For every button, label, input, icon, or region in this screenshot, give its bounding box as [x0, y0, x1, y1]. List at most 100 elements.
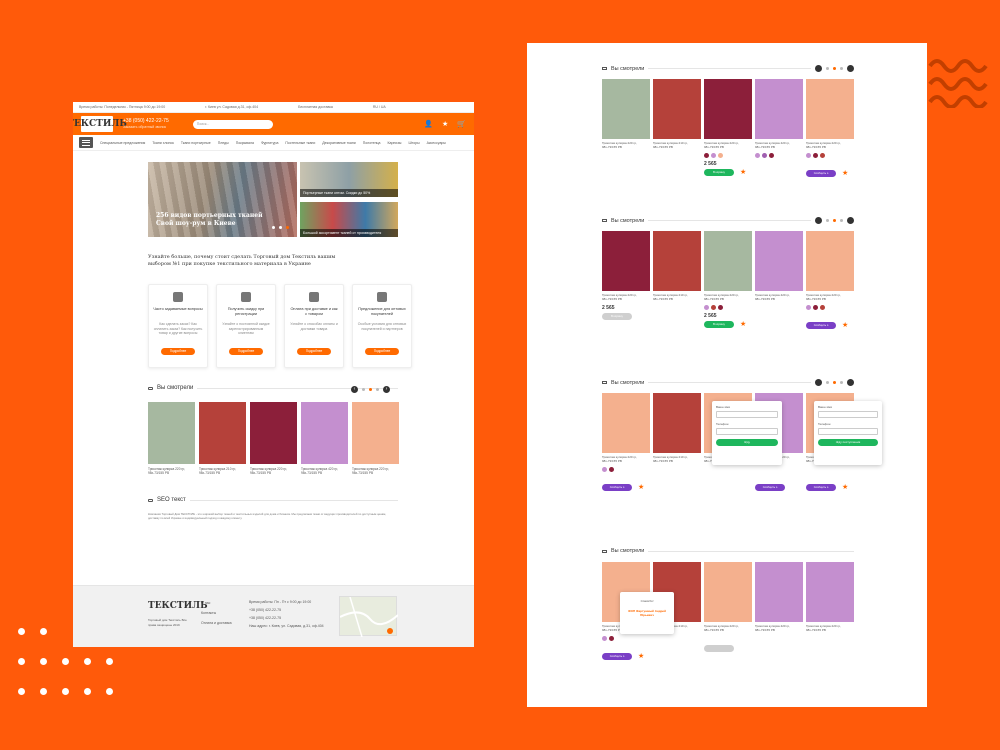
nav-item[interactable]: Шторы [408, 141, 419, 145]
product-name: Трикотаж кулирка 220 гр, 98х-73/155 РВ [806, 141, 841, 149]
product-card[interactable]: Трикотаж кулирка 220 гр, 98х-73/155 РВ [806, 562, 854, 633]
product-card[interactable]: Трикотаж кулирка 220 гр, 98х-73/155 РВ С… [806, 231, 854, 334]
popup-phone-input[interactable] [716, 428, 778, 435]
product-card[interactable]: Трикотаж кулирка 220 гр, 98х-73/155 РВ С… [602, 393, 650, 496]
product-card[interactable]: Трикотаж кулирка 220 гр, 98х-73/155 РВ 2… [602, 231, 650, 320]
nav-item[interactable]: Аксессуары [427, 141, 446, 145]
add-to-cart-button[interactable]: В корзину [704, 320, 734, 328]
product-card[interactable]: Трикотаж кулирка 220 гр, 98х-73/155 РВ [352, 402, 399, 475]
product-card[interactable]: Трикотаж кулирка 220 гр, 98х-73/155 РВ [148, 402, 195, 475]
delivery-info: Бесплатная доставка [298, 105, 333, 109]
side-banner-top[interactable]: Портьерные ткани оптом. Скидки до 50% [300, 162, 398, 197]
footer-logo[interactable]: ТЕКСТИЛЬ [148, 601, 208, 615]
banner-pagination[interactable] [272, 226, 289, 229]
product-card[interactable]: Трикотаж кулирка 420 гр, 98х-73/155 РВ [301, 402, 348, 475]
notify-button[interactable]: Сообщить о поступлении [755, 483, 785, 496]
nav-item[interactable]: Специальные предложения [100, 141, 145, 145]
popup-phone-input[interactable] [818, 428, 878, 435]
popup-submit-button[interactable]: Жду [716, 439, 778, 446]
product-card[interactable]: Трикотаж кулирка 210 гр, 98х-73/155 РВ [653, 231, 701, 302]
product-card[interactable]: Трикотаж кулирка 420 гр, 98х-73/155 РВ [755, 79, 803, 158]
favorite-star-icon[interactable]: ★ [740, 169, 746, 176]
footer-link[interactable]: Контакты [201, 608, 232, 618]
search-input[interactable]: Поиск... [192, 119, 273, 129]
prev-arrow-icon[interactable]: ‹ [351, 386, 358, 393]
next-arrow-icon[interactable] [847, 217, 854, 224]
text-icon [148, 498, 153, 502]
truck-icon [309, 292, 319, 302]
language-switch[interactable]: RU / UA [373, 105, 386, 109]
product-card[interactable]: Трикотаж кулирка 420 гр, 98х-73/155 РВ [755, 562, 803, 633]
favorite-star-icon[interactable]: ★ [638, 484, 644, 491]
product-name: Трикотаж кулирка 220 гр, 98х-73/155 РВ [352, 467, 390, 475]
seo-title: SEO текст [157, 497, 186, 503]
favorites-icon[interactable]: ★ [442, 120, 448, 128]
notify-button[interactable]: Сообщить о поступлении [806, 169, 836, 182]
nav-item[interactable]: Декоративные ткани [322, 141, 355, 145]
popup-submit-button[interactable]: Жду поступления [818, 439, 878, 446]
side-banner-bottom[interactable]: Большой ассортимент тканей от производит… [300, 202, 398, 237]
product-card[interactable]: Трикотаж кулирка 210 гр, 98х-73/155 РВ [199, 402, 246, 475]
next-arrow-icon[interactable] [847, 65, 854, 72]
favorite-star-icon[interactable]: ★ [638, 653, 644, 660]
footer-map[interactable] [339, 596, 399, 638]
product-card[interactable]: Трикотаж кулирка 220 гр, 98х-73/155 РВ [704, 562, 752, 652]
product-card[interactable]: Трикотаж кулирка 210 гр, 98х-73/155 РВ [653, 393, 701, 464]
prev-arrow-icon[interactable] [815, 379, 822, 386]
popup-name-input[interactable] [716, 411, 778, 418]
footer-link[interactable]: О нас [201, 598, 232, 608]
footer-link[interactable]: Оплата и доставка [201, 618, 232, 628]
favorite-star-icon[interactable]: ★ [842, 484, 848, 491]
thanks-line: ФОП Фартушный Андрей Юрьевич [628, 609, 666, 617]
product-name: Трикотаж кулирка 220 гр, 98х-73/155 РВ [602, 293, 637, 301]
card-more-button[interactable]: Подробнее [297, 348, 331, 355]
product-name: Трикотаж кулирка 220 гр, 98х-73/155 РВ [148, 467, 186, 475]
notify-button[interactable]: Сообщить о поступлении [806, 483, 836, 496]
card-more-button[interactable]: Подробнее [161, 348, 195, 355]
footer-phone[interactable]: +38 (050) 422-22-75 [249, 606, 324, 614]
product-card[interactable]: Трикотаж кулирка 420 гр, 98х-73/155 РВ [755, 231, 803, 302]
nav-item[interactable]: Постельные ткани [285, 141, 315, 145]
next-arrow-icon[interactable] [847, 379, 854, 386]
add-to-cart-button[interactable]: В корзину [704, 168, 734, 176]
nav-item[interactable]: Карнизы [388, 141, 402, 145]
nav-item[interactable]: Ткани хлопок [152, 141, 174, 145]
notify-button[interactable]: Сообщить о поступлении [602, 652, 632, 665]
why-us-heading: Узнайте больше, почему стоит сделать Тор… [148, 254, 336, 267]
card-more-button[interactable]: Подробнее [365, 348, 399, 355]
nav-item[interactable]: Пледы [218, 141, 229, 145]
prev-arrow-icon[interactable] [815, 217, 822, 224]
eye-icon [602, 219, 607, 222]
product-card[interactable]: Трикотаж кулирка 220 гр, 98х-73/155 РВ С… [806, 79, 854, 182]
eye-icon [602, 67, 607, 70]
notify-button[interactable]: Сообщить о поступлении [602, 483, 632, 496]
nav-item[interactable]: Ткани портьерные [181, 141, 211, 145]
product-card[interactable]: Трикотаж кулирка 220 гр, 98х-73/155 РВ 2… [704, 231, 752, 328]
product-card[interactable]: Трикотаж кулирка 210 гр, 98х-73/155 РВ [653, 79, 701, 150]
product-card[interactable]: Трикотаж кулирка 220 гр, 98х-73/155 РВ [602, 79, 650, 150]
product-card[interactable]: Трикотаж кулирка 220 гр, 98х-73/155 РВ 2… [704, 79, 752, 176]
nav-item[interactable]: Покрывала [236, 141, 254, 145]
section-title: Вы смотрели [611, 217, 645, 224]
nav-item[interactable]: Фурнитура [261, 141, 278, 145]
add-to-cart-button[interactable]: В корзину [602, 312, 632, 320]
logo[interactable]: ТЕКСТИЛЬ [73, 116, 127, 132]
hero-banner[interactable]: 256 видов портьерных тканей Свой шоу-рум… [148, 162, 297, 237]
prev-arrow-icon[interactable] [815, 65, 822, 72]
banner-title: 256 видов портьерных тканей [156, 212, 263, 219]
cart-icon[interactable]: 🛒 [457, 120, 466, 128]
favorite-star-icon[interactable]: ★ [842, 322, 848, 329]
next-arrow-icon[interactable]: › [383, 386, 390, 393]
catalog-menu-icon[interactable] [79, 137, 93, 148]
user-icon[interactable]: 👤 [424, 120, 433, 128]
card-more-button[interactable]: Подробнее [229, 348, 263, 355]
callback-link[interactable]: Заказать обратный звонок [123, 124, 169, 130]
popup-name-input[interactable] [818, 411, 878, 418]
favorite-star-icon[interactable]: ★ [740, 321, 746, 328]
product-card[interactable]: Трикотаж кулирка 220 гр, 98х-73/155 РВ [250, 402, 297, 475]
footer-phone[interactable]: +38 (050) 422-22-75 [249, 614, 324, 622]
map-graphic [339, 596, 399, 638]
nav-item[interactable]: Полотенца [363, 141, 381, 145]
notify-button[interactable]: Сообщить о поступлении [806, 321, 836, 334]
favorite-star-icon[interactable]: ★ [842, 170, 848, 177]
